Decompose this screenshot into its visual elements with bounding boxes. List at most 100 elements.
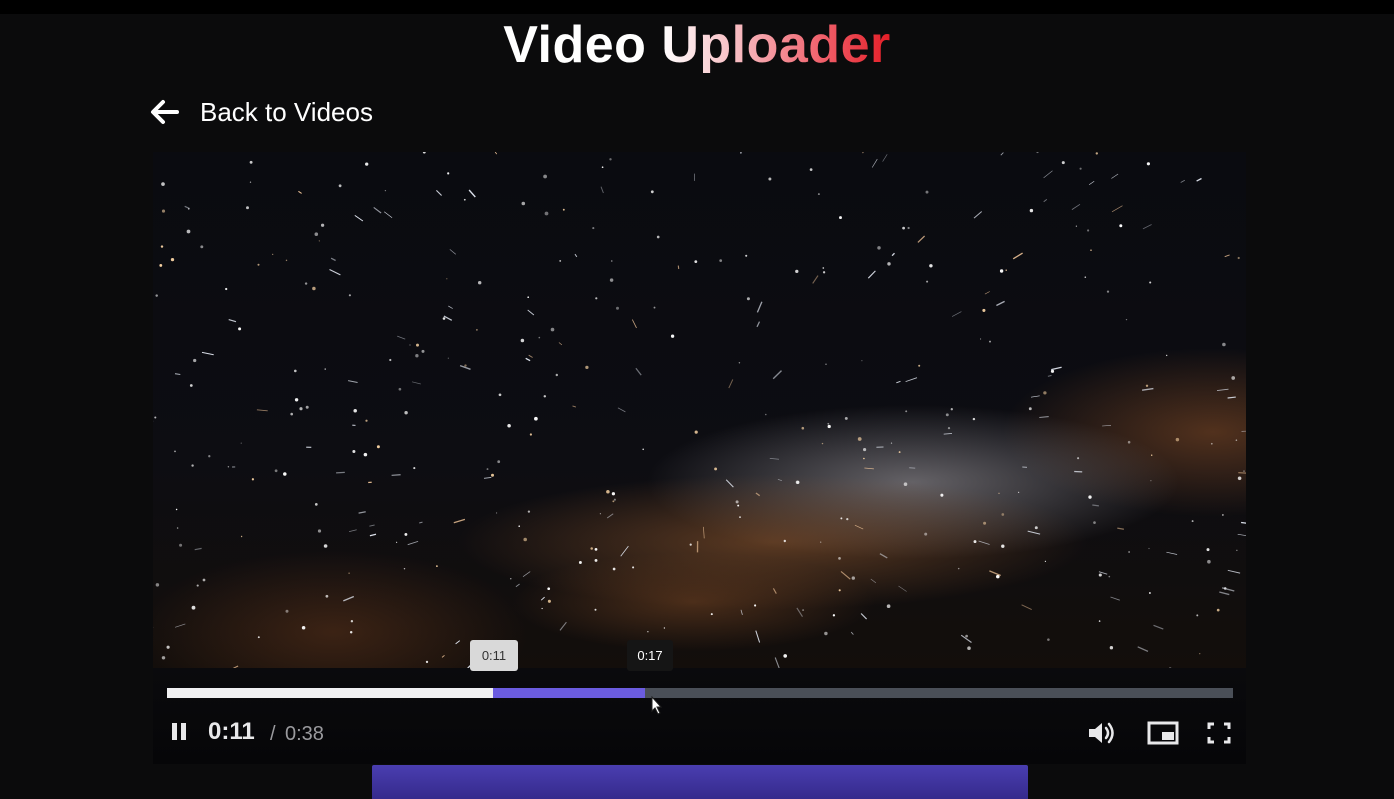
star xyxy=(191,464,194,467)
volume-button[interactable] xyxy=(1085,718,1117,748)
progress-bar[interactable] xyxy=(167,688,1233,698)
star-streak xyxy=(256,409,268,412)
star xyxy=(594,608,597,611)
star xyxy=(541,607,543,610)
star xyxy=(272,253,274,256)
star-streak xyxy=(1153,624,1164,630)
star xyxy=(754,604,757,607)
star-streak xyxy=(1142,224,1152,230)
star xyxy=(543,395,547,398)
star xyxy=(1090,249,1092,251)
star xyxy=(656,235,660,239)
star xyxy=(653,306,656,309)
star xyxy=(592,227,595,230)
star-streak xyxy=(174,623,186,628)
star-streak xyxy=(574,253,578,258)
star-streak xyxy=(1237,533,1246,536)
star xyxy=(585,365,589,370)
star-streak xyxy=(540,596,545,601)
star xyxy=(827,422,830,425)
star xyxy=(176,527,179,529)
star xyxy=(801,426,805,430)
star xyxy=(348,294,351,297)
star xyxy=(612,500,615,503)
star xyxy=(246,206,249,210)
star xyxy=(365,162,369,166)
star-streak xyxy=(1219,591,1230,596)
star xyxy=(475,328,478,331)
star xyxy=(304,282,308,285)
star xyxy=(1088,495,1092,499)
arrow-left-icon xyxy=(150,99,180,125)
star xyxy=(965,634,968,638)
star-streak xyxy=(525,357,531,362)
video-frame[interactable] xyxy=(153,152,1246,668)
star xyxy=(240,442,242,444)
star xyxy=(1206,548,1210,552)
star xyxy=(507,423,511,428)
app-title-part2: Uploader xyxy=(661,16,891,74)
star-streak xyxy=(635,367,642,376)
star xyxy=(498,393,502,397)
star xyxy=(159,263,163,267)
star xyxy=(1077,457,1080,460)
star-streak xyxy=(740,152,742,154)
star-streak xyxy=(354,215,364,222)
star-streak xyxy=(347,380,358,384)
star-streak xyxy=(1117,527,1125,530)
video-player[interactable]: 0:11 0:17 0:11 / 0:38 xyxy=(153,152,1246,764)
star xyxy=(293,369,297,373)
star xyxy=(902,226,905,230)
control-row: 0:11 / 0:38 xyxy=(153,712,1246,754)
star-streak xyxy=(336,471,345,474)
star xyxy=(422,152,426,154)
star xyxy=(844,416,848,420)
star xyxy=(447,172,450,175)
star-streak xyxy=(1030,395,1040,398)
star xyxy=(1149,281,1152,284)
star xyxy=(314,503,318,506)
star-streak xyxy=(1110,596,1120,601)
star-streak xyxy=(1039,416,1049,419)
star-streak xyxy=(1051,366,1062,371)
pause-button[interactable] xyxy=(169,720,191,744)
star xyxy=(491,473,494,477)
star xyxy=(365,419,368,422)
star xyxy=(851,576,855,580)
star-streak xyxy=(905,377,918,382)
picture-in-picture-button[interactable] xyxy=(1146,718,1180,748)
star xyxy=(890,442,893,444)
star xyxy=(1109,646,1114,650)
star xyxy=(348,572,350,574)
star xyxy=(200,245,204,249)
star-streak xyxy=(777,478,783,482)
star xyxy=(1150,480,1152,482)
star-streak xyxy=(1241,521,1246,524)
star xyxy=(521,201,526,206)
star-streak xyxy=(298,190,302,194)
star xyxy=(376,445,380,449)
star xyxy=(436,565,438,567)
star-streak xyxy=(1071,203,1081,210)
star xyxy=(689,543,692,546)
star xyxy=(983,521,987,525)
star xyxy=(1108,575,1111,578)
star xyxy=(745,254,748,257)
star-streak xyxy=(774,657,780,668)
star xyxy=(196,584,199,587)
star xyxy=(363,452,368,457)
star-streak xyxy=(1000,152,1004,156)
star xyxy=(1222,514,1224,516)
star xyxy=(1191,520,1194,523)
back-to-videos-link[interactable]: Back to Videos xyxy=(150,92,373,132)
star xyxy=(887,262,891,266)
star xyxy=(590,547,593,550)
star xyxy=(1119,224,1123,228)
star xyxy=(821,442,824,445)
upload-button-partial[interactable] xyxy=(372,765,1028,799)
hover-time-tooltip: 0:11 xyxy=(470,640,518,671)
star xyxy=(1029,208,1034,213)
fullscreen-button[interactable] xyxy=(1205,718,1233,748)
star xyxy=(396,541,398,543)
star xyxy=(1231,376,1236,380)
